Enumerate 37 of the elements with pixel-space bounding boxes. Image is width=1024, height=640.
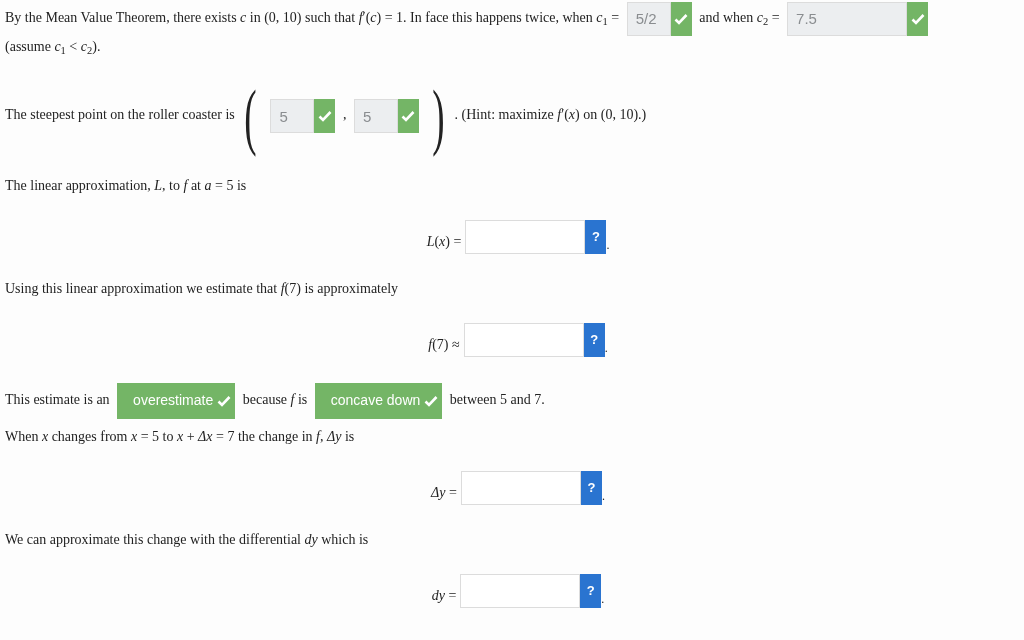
equation-label: L(x) = [426,232,462,251]
hint-button[interactable]: ? [580,574,602,608]
question-text: Using this linear approximation we estimate that f(7) is approximately [5,281,399,296]
equation-label: dy = [431,586,457,605]
hint-button[interactable]: ? [580,471,602,505]
period: . [601,591,605,608]
period: . [601,488,605,505]
question-text: This estimate is an [5,392,110,407]
answer-field[interactable]: 5 [270,99,315,133]
equation-label: Δy = [431,483,457,502]
answer-field[interactable] [460,574,581,608]
answer-field[interactable] [465,220,586,254]
question-text: We can approximate this change with the differential dy which is [5,532,369,547]
question-text: and when c$_{2}$ = [699,10,780,25]
question-text: (assume c$_{1}$ < c$_{2}$). [5,39,101,54]
period: . [604,340,608,357]
answer-dropdown[interactable]: overestimate [117,382,236,419]
answer-field[interactable] [463,323,584,357]
question-text: because f is [242,392,308,407]
answer-dropdown[interactable]: concave down [314,382,443,419]
question-text: When x changes from x = 5 to x + Δx = 7 the change in f, Δy is [5,429,355,444]
period: . [606,237,610,254]
question-text: The steepest point on the roller coaster is [5,107,235,123]
hint-button[interactable]: ? [583,323,605,357]
answer-field[interactable]: 7.5 [787,1,908,36]
parenthesis: ( [244,74,257,159]
question-text: between 5 and 7. [449,392,545,407]
hint-button[interactable]: ? [585,220,607,254]
equation-label: f(7) ≈ [428,335,460,354]
question-text: . (Hint: maximize f′(x) on (0, 10).) [454,107,647,123]
answer-field[interactable] [460,471,581,505]
question-text: The linear approximation, L, to f at a = 5 is [5,178,247,193]
answer-field[interactable]: 5 [353,99,398,133]
parenthesis: ) [432,74,445,159]
question-text: By the Mean Value Theorem, there exists c in (0, 10) such that f′(c) = 1. In face this happens twice, when c$_{1}$ = [5,10,620,25]
question-text: , [342,107,347,123]
answer-field[interactable]: 5/2 [626,1,671,36]
